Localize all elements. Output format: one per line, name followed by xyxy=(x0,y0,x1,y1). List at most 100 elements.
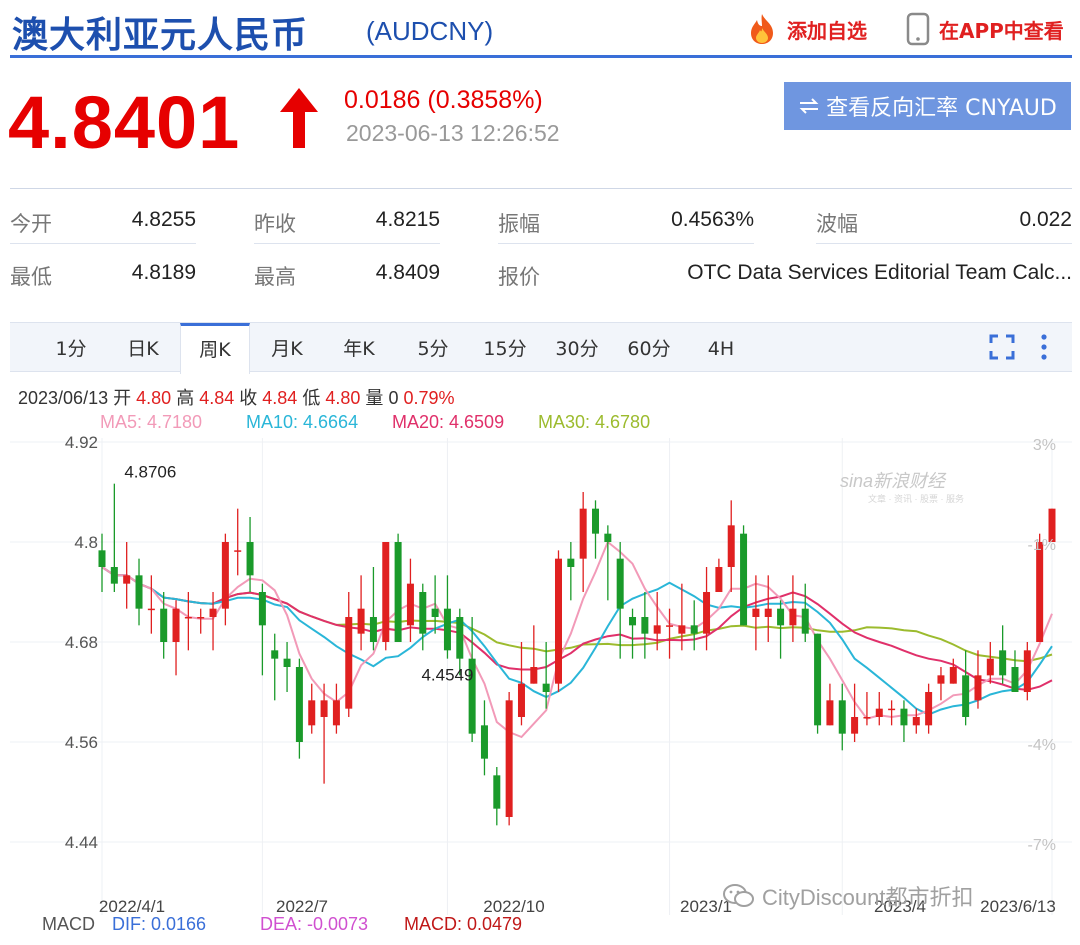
candle xyxy=(999,625,1007,684)
candle-body xyxy=(974,675,982,701)
candle-body xyxy=(777,608,785,626)
y-tick-label: 4.8 xyxy=(74,533,98,552)
extreme-value-label: 4.4549 xyxy=(421,666,473,685)
candle-body xyxy=(1036,542,1044,642)
fullscreen-icon[interactable] xyxy=(988,333,1016,361)
tab-yearly[interactable]: 年K xyxy=(324,323,394,373)
candle xyxy=(604,525,612,601)
more-menu-icon[interactable] xyxy=(1038,333,1050,361)
candle xyxy=(690,600,698,651)
candle-body xyxy=(986,658,994,676)
candle-body xyxy=(592,508,600,534)
candle xyxy=(567,542,575,601)
candle xyxy=(332,683,340,734)
candle-body xyxy=(629,617,637,626)
candle xyxy=(320,683,328,784)
candle-body xyxy=(308,700,316,726)
candle xyxy=(271,633,279,701)
candle xyxy=(308,683,316,734)
stat-open: 今开 4.8255 xyxy=(10,194,196,244)
candle xyxy=(777,600,785,659)
candle xyxy=(493,767,501,826)
tab-daily[interactable]: 日K xyxy=(108,323,178,373)
candle xyxy=(949,658,957,684)
pct-tick-label: 3% xyxy=(1033,437,1056,454)
candle-body xyxy=(530,667,538,684)
candle-body xyxy=(554,558,562,684)
tab-4h[interactable]: 4H xyxy=(686,323,756,373)
candle-body xyxy=(764,608,772,617)
candle-body xyxy=(703,592,711,634)
candle-body xyxy=(369,617,377,642)
candle-body xyxy=(443,608,451,651)
candle xyxy=(752,575,760,651)
kline-chart[interactable]: sina新浪财经 文章 · 资讯 · 股票 · 服务 4.92 4.8 4.68 4.… xyxy=(0,430,1080,915)
candle xyxy=(283,642,291,692)
tab-60min[interactable]: 60分 xyxy=(614,323,684,373)
candle-body xyxy=(480,725,488,759)
candle-body xyxy=(1011,667,1019,692)
candle-body xyxy=(542,683,550,692)
tab-30min[interactable]: 30分 xyxy=(542,323,612,373)
stat-label: 今开 xyxy=(10,212,52,236)
ma20-line xyxy=(101,566,1053,691)
candle xyxy=(937,667,945,701)
candle xyxy=(974,650,982,709)
candle-body xyxy=(666,625,674,627)
tab-weekly[interactable]: 周K xyxy=(180,323,250,374)
bar-close: 4.84 xyxy=(262,388,298,408)
candle-body xyxy=(209,608,217,617)
current-price: 4.8401 xyxy=(8,81,241,164)
candle-body xyxy=(505,700,513,817)
candle xyxy=(826,683,834,726)
stat-amplitude: 振幅 0.4563% xyxy=(498,194,754,244)
quote-timestamp: 2023-06-13 12:26:52 xyxy=(346,120,560,146)
fire-icon xyxy=(751,14,773,44)
candle-body xyxy=(431,608,439,617)
candle xyxy=(221,533,229,626)
view-in-app-button[interactable]: 在APP中查看 xyxy=(905,12,1064,46)
reverse-rate-button[interactable]: 查看反向汇率 CNYAUD xyxy=(784,82,1071,130)
page-title: 澳大利亚元人民币 xyxy=(12,15,309,56)
tab-monthly[interactable]: 月K xyxy=(252,323,322,373)
candle xyxy=(666,608,674,659)
add-favorite-label: 添加自选 xyxy=(787,18,867,43)
candle-body xyxy=(123,575,131,584)
candle xyxy=(172,600,180,676)
bar-high-label: 高 xyxy=(176,388,195,408)
sina-watermark: sina新浪财经 文章 · 资讯 · 股票 · 服务 xyxy=(840,471,964,504)
tab-5min[interactable]: 5分 xyxy=(398,323,468,373)
bar-low: 4.80 xyxy=(325,388,361,408)
x-tick-label: 2022/4/1 xyxy=(99,897,165,915)
swap-icon xyxy=(799,98,819,114)
pair-code: (AUDCNY) xyxy=(366,16,494,46)
ma10-line xyxy=(101,566,1053,716)
candle-body xyxy=(394,542,402,642)
y-tick-label: 4.44 xyxy=(65,833,98,852)
stat-label: 最高 xyxy=(254,265,296,289)
candle-body xyxy=(110,567,118,584)
candle-body xyxy=(135,575,143,609)
stat-value: 0.4563% xyxy=(671,208,754,231)
candle xyxy=(888,700,896,726)
candle-body xyxy=(172,608,180,642)
up-arrow-icon xyxy=(280,88,318,148)
add-favorite-button[interactable]: 添加自选 xyxy=(745,12,867,46)
y-tick-label: 4.68 xyxy=(65,633,98,652)
candle xyxy=(382,542,390,651)
candle xyxy=(406,558,414,642)
candle-body xyxy=(493,775,501,809)
ma5-line xyxy=(101,540,1053,739)
tab-15min[interactable]: 15分 xyxy=(470,323,540,373)
candle-body xyxy=(789,608,797,626)
candle xyxy=(851,683,859,742)
bar-volume-label: 量 xyxy=(365,388,384,408)
tab-1min[interactable]: 1分 xyxy=(36,323,106,373)
candle-body xyxy=(357,608,365,634)
candle xyxy=(616,542,624,659)
candle-body xyxy=(653,625,661,634)
bar-close-label: 收 xyxy=(239,388,258,408)
bar-open-label: 开 xyxy=(113,388,132,408)
candle-body xyxy=(184,617,192,619)
candle-body xyxy=(221,542,229,609)
